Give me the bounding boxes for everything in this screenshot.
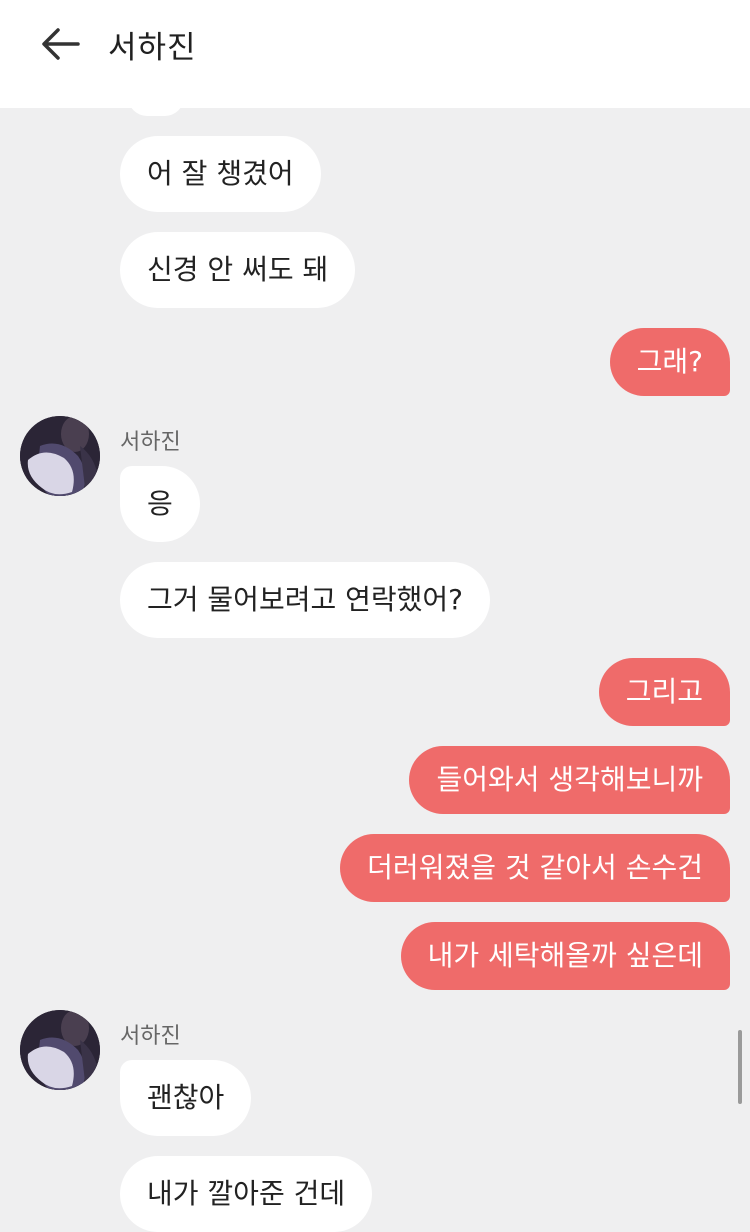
message-bubble-outgoing[interactable]: 더러워졌을 것 같아서 손수건 [340, 834, 730, 902]
message-bubble-incoming[interactable]: 그거 물어보려고 연락했어? [120, 562, 491, 638]
chat-header: 서하진 [0, 0, 750, 108]
message-bubble-outgoing[interactable]: 내가 세탁해올까 싶은데 [400, 922, 730, 990]
message-bubble-outgoing[interactable]: 들어와서 생각해보니까 [409, 746, 730, 814]
message-bubble-incoming[interactable]: 어 잘 챙겼어 [120, 136, 321, 212]
chat-title: 서하진 [108, 30, 197, 66]
message-list[interactable]: 어 잘 챙겼어 신경 안 써도 돼 그래? 서하진 응 그거 물어보려고 연락했… [0, 78, 750, 1232]
avatar-image [20, 416, 100, 496]
message-bubble-outgoing[interactable]: 그래? [609, 328, 730, 396]
sender-name: 서하진 [120, 1024, 181, 1049]
sender-avatar[interactable] [20, 1010, 100, 1090]
back-arrow-icon[interactable] [38, 24, 84, 64]
sender-name: 서하진 [120, 430, 181, 455]
message-bubble-incoming[interactable]: 응 [120, 466, 200, 542]
sender-avatar[interactable] [20, 416, 100, 496]
message-bubble-outgoing[interactable]: 그리고 [598, 658, 730, 726]
scrollbar[interactable] [738, 1030, 742, 1104]
message-bubble-incoming[interactable]: 신경 안 써도 돼 [120, 232, 356, 308]
message-bubble-incoming[interactable]: 괜찮아 [120, 1060, 252, 1136]
message-bubble-incoming[interactable]: 내가 깔아준 건데 [120, 1156, 373, 1232]
avatar-image [20, 1010, 100, 1090]
